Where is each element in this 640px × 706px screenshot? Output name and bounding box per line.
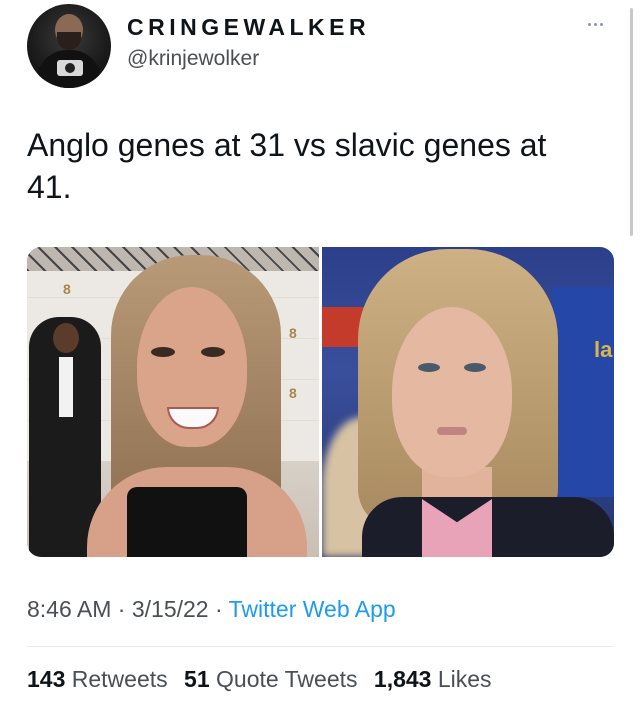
backdrop-logo: 8 [289,385,297,401]
quotes-label: Quote Tweets [216,666,358,692]
retweets-count: 143 [27,666,66,692]
separator: · [208,596,229,622]
quotes-count: 51 [184,666,210,692]
likes-label: Likes [437,666,492,692]
tweet: CRINGEWALKER @krinjewolker Anglo genes a… [0,0,640,706]
camera-icon [57,60,83,76]
dot [594,22,597,26]
tweet-stats: 143 Retweets 51 Quote Tweets 1,843 Likes [27,666,502,693]
mouth [437,427,467,435]
source-link[interactable]: Twitter Web App [229,596,396,622]
tweet-time[interactable]: 8:46 AM [27,596,111,622]
eye [201,347,225,357]
avatar-beard [57,32,81,50]
photo-left[interactable]: 8 8 8 8 8 8 8 [27,247,319,557]
retweets-label: Retweets [71,666,168,692]
photo-right[interactable]: la [322,247,614,557]
more-dots-icon[interactable] [588,19,612,29]
eye [151,347,175,357]
dot [588,22,591,26]
screen-logo: la [594,337,613,362]
tweet-text-line: 41. [27,169,72,205]
media-grid[interactable]: 8 8 8 8 8 8 8 la [27,247,614,557]
tweet-text: Anglo genes at 31 vs slavic genes at 41. [27,124,597,208]
separator: · [111,596,132,622]
person-face [53,323,79,353]
tweet-date[interactable]: 3/15/22 [132,596,209,622]
background-screen [552,287,614,497]
avatar[interactable] [27,4,111,88]
eye [464,363,486,372]
likes-count: 1,843 [373,666,432,692]
retweets-stat[interactable]: 143 Retweets [27,666,168,692]
user-handle[interactable]: @krinjewolker [127,47,259,71]
likes-stat[interactable]: 1,843 Likes [374,666,492,692]
backdrop-logo: 8 [63,281,71,297]
tweet-text-line: Anglo genes at 31 vs slavic genes at [27,127,547,163]
display-name[interactable]: CRINGEWALKER [127,14,370,41]
quote-tweets-stat[interactable]: 51 Quote Tweets [184,666,357,692]
eye [418,363,440,372]
dress [127,487,247,557]
tweet-meta: 8:46 AM · 3/15/22 · Twitter Web App [27,596,396,623]
divider [27,646,614,647]
scrollbar[interactable] [630,8,633,236]
backdrop-logo: 8 [289,325,297,341]
dot [600,22,603,26]
person-shirt [59,357,73,417]
face [392,307,512,477]
